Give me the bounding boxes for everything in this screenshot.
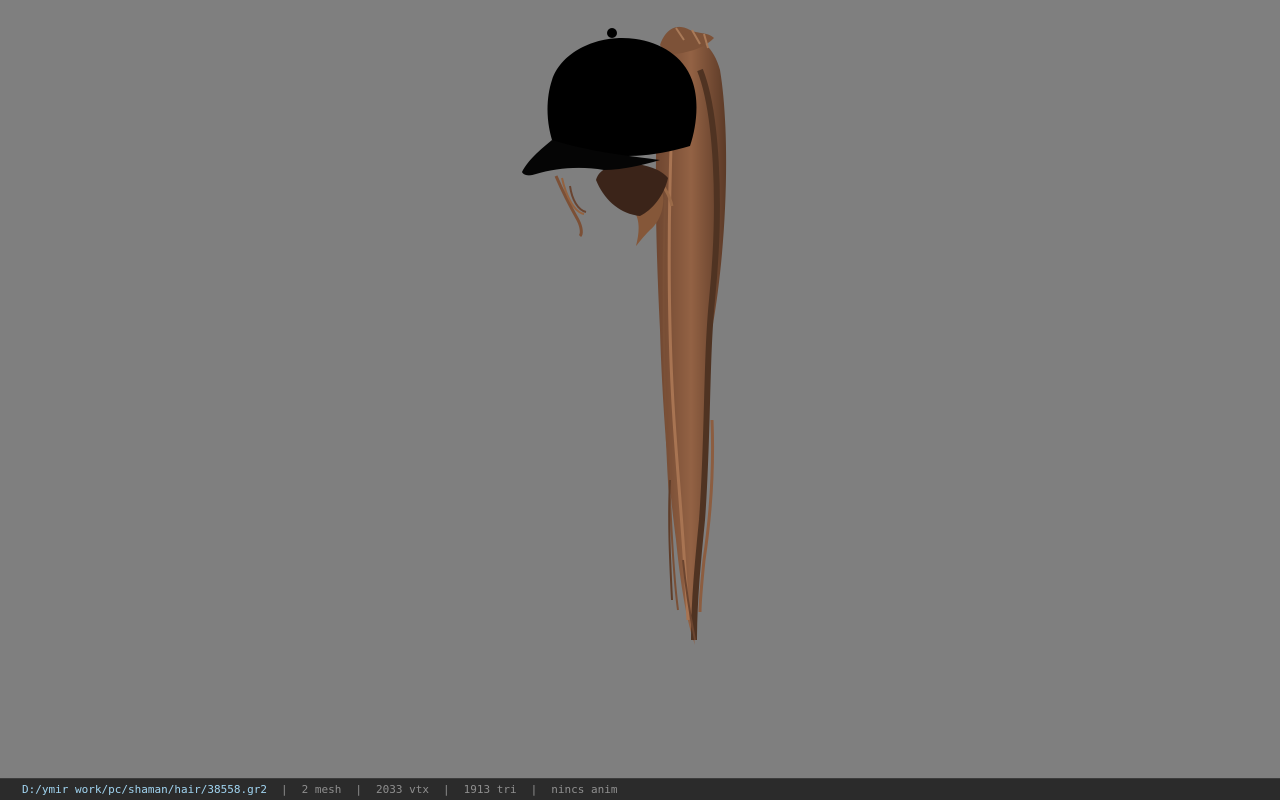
- status-separator: |: [443, 783, 450, 796]
- status-separator: |: [281, 783, 288, 796]
- mesh-count-label: 2 mesh: [301, 783, 342, 796]
- 3d-viewport[interactable]: [0, 0, 1280, 778]
- status-bar: D:/ymir work/pc/shaman/hair/38558.gr2 | …: [0, 778, 1280, 800]
- side-hair-strands: [554, 163, 674, 246]
- status-separator: |: [530, 783, 538, 796]
- triangle-count-label: 1913 tri: [463, 783, 517, 796]
- file-path-label: D:/ymir work/pc/shaman/hair/38558.gr2: [22, 783, 268, 796]
- hair-model-render[interactable]: [0, 0, 1280, 778]
- status-separator: |: [355, 783, 363, 796]
- animation-status-label: nincs anim: [551, 783, 618, 796]
- vertex-count-label: 2033 vtx: [376, 783, 430, 796]
